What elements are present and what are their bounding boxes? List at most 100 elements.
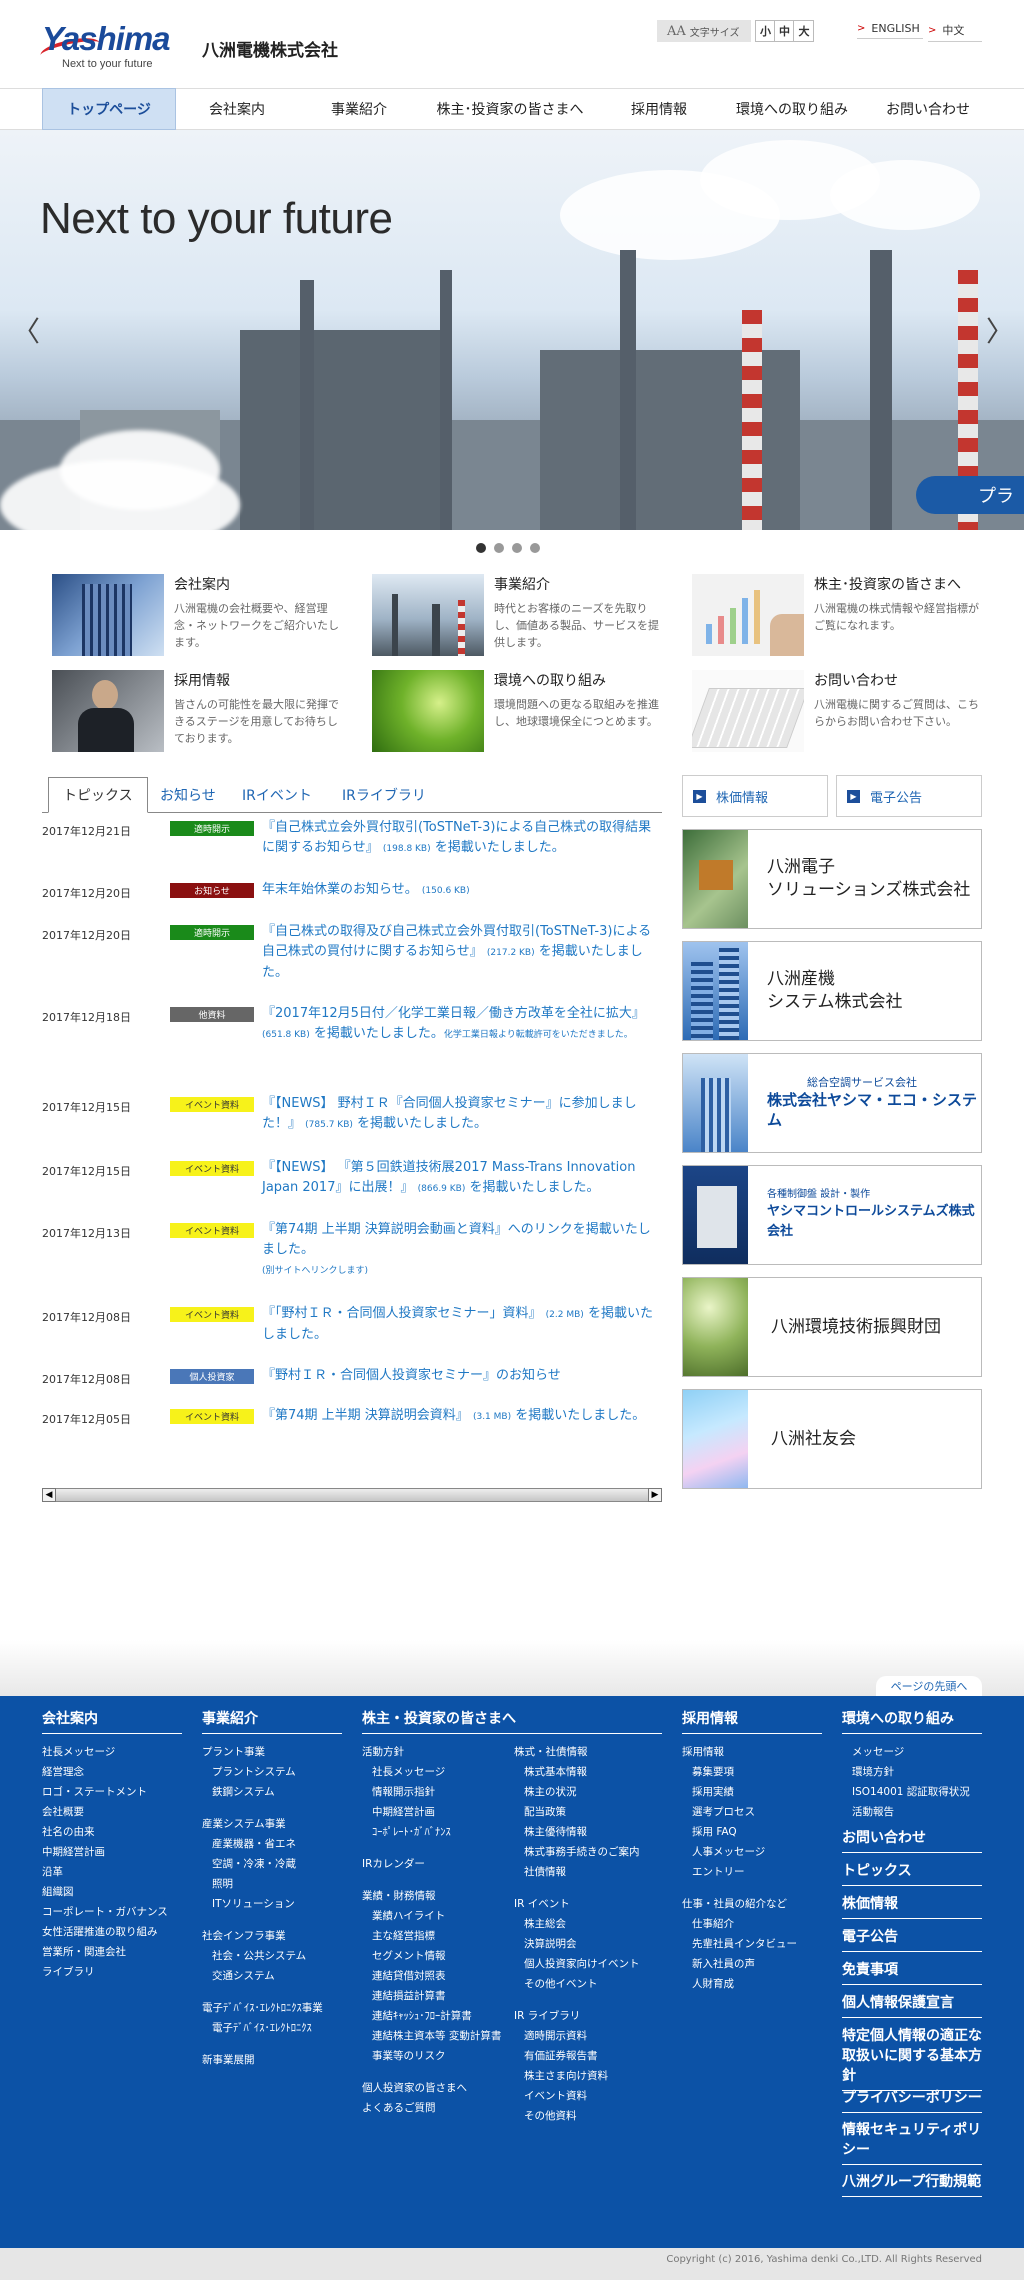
footer-link[interactable]: メッセージ bbox=[842, 1742, 992, 1762]
footer-link[interactable]: 先輩社員インタビュー bbox=[682, 1934, 832, 1954]
footer-head-recruit[interactable]: 採用情報 bbox=[682, 1708, 822, 1734]
footer-link[interactable]: 事業等のリスク bbox=[362, 2046, 512, 2066]
card-contact[interactable]: お問い合わせ 八洲電機に関するご質問は、こちらからお問い合わせ下さい。 bbox=[692, 670, 992, 752]
footer-link[interactable]: 人事メッセージ bbox=[682, 1842, 832, 1862]
footer-link[interactable]: 選考プロセス bbox=[682, 1802, 832, 1822]
footer-link[interactable]: 連結ｷｬｯｼｭ･ﾌﾛｰ計算書 bbox=[362, 2006, 512, 2026]
banner-eco-system[interactable]: 総合空調サービス会社 株式会社ヤシマ・エコ・システム bbox=[682, 1053, 982, 1153]
scroll-left-icon[interactable]: ◀ bbox=[42, 1488, 56, 1502]
slider-dot-2[interactable] bbox=[494, 543, 504, 553]
footer-link[interactable]: イベント資料 bbox=[514, 2086, 664, 2106]
footer-link[interactable]: 適時開示資料 bbox=[514, 2026, 664, 2046]
nav-top[interactable]: トップページ bbox=[42, 88, 176, 130]
card-business[interactable]: 事業紹介 時代とお客様のニーズを先取りし、価値ある製品、サービスを提供します。 bbox=[372, 574, 672, 656]
card-company[interactable]: 会社案内 八洲電機の会社概要や、経営理念・ネットワークをご紹介いたします。 bbox=[52, 574, 352, 656]
footer-link[interactable]: 株主の状況 bbox=[514, 1782, 664, 1802]
footer-link[interactable]: よくあるご質問 bbox=[362, 2098, 512, 2118]
footer-link[interactable]: ライブラリ bbox=[42, 1962, 192, 1982]
footer-link[interactable]: ISO14001 認証取得状況 bbox=[842, 1782, 992, 1802]
footer-link[interactable]: 新入社員の声 bbox=[682, 1954, 832, 1974]
footer-link[interactable]: 中期経営計画 bbox=[42, 1842, 192, 1862]
footer-link[interactable]: 採用実績 bbox=[682, 1782, 832, 1802]
scroll-right-icon[interactable]: ▶ bbox=[648, 1488, 662, 1502]
footer-link[interactable]: 産業機器・省エネ bbox=[202, 1834, 352, 1854]
banner-alumni[interactable]: 八洲社友会 bbox=[682, 1389, 982, 1489]
hero-prev-icon[interactable]: 〈 bbox=[12, 310, 40, 350]
footer-link[interactable]: 電子ﾃﾞﾊﾞｲｽ･ｴﾚｸﾄﾛﾆｸｽ事業 bbox=[202, 1998, 352, 2018]
footer-link[interactable]: 株主優待情報 bbox=[514, 1822, 664, 1842]
footer-link[interactable]: ITソリューション bbox=[202, 1894, 352, 1914]
footer-link[interactable]: 連結株主資本等 変動計算書 bbox=[362, 2026, 512, 2046]
footer-link[interactable]: 社会・公共システム bbox=[202, 1946, 352, 1966]
slider-dot-3[interactable] bbox=[512, 543, 522, 553]
news-link[interactable]: 『2017年12月5日付／化学工業日報／働き方改革を全社に拡大』 (651.8 … bbox=[262, 1004, 662, 1045]
footer-link[interactable]: 株主総会 bbox=[514, 1914, 664, 1934]
footer-bold-link[interactable]: トピックス bbox=[842, 1861, 982, 1886]
footer-link[interactable]: 業績ハイライト bbox=[362, 1906, 512, 1926]
font-medium-button[interactable]: 中 bbox=[775, 21, 795, 41]
footer-link[interactable]: 仕事・社員の紹介など bbox=[682, 1894, 832, 1914]
tab-notices[interactable]: お知らせ bbox=[146, 777, 230, 813]
footer-link[interactable]: 有価証券報告書 bbox=[514, 2046, 664, 2066]
footer-link[interactable]: 会社概要 bbox=[42, 1802, 192, 1822]
footer-bold-link[interactable]: 個人情報保護宣言 bbox=[842, 1993, 982, 2018]
font-large-button[interactable]: 大 bbox=[794, 21, 814, 41]
news-link[interactable]: 『「野村ＩＲ・合同個人投資家セミナー」資料』 (2.2 MB) を掲載いたしまし… bbox=[262, 1304, 662, 1345]
nav-company[interactable]: 会社案内 bbox=[176, 89, 298, 129]
font-small-button[interactable]: 小 bbox=[756, 21, 776, 41]
footer-head-environment[interactable]: 環境への取り組み bbox=[842, 1708, 982, 1734]
footer-link[interactable]: 主な経営指標 bbox=[362, 1926, 512, 1946]
nav-contact[interactable]: お問い合わせ bbox=[866, 89, 990, 129]
footer-link[interactable]: 経営理念 bbox=[42, 1762, 192, 1782]
footer-link[interactable]: 電子ﾃﾞﾊﾞｲｽ･ｴﾚｸﾄﾛﾆｸｽ bbox=[202, 2018, 352, 2038]
nav-ir[interactable]: 株主･投資家の皆さまへ bbox=[420, 89, 600, 129]
chinese-link[interactable]: > 中文 bbox=[928, 22, 982, 42]
footer-head-company[interactable]: 会社案内 bbox=[42, 1708, 182, 1734]
footer-link[interactable]: 募集要項 bbox=[682, 1762, 832, 1782]
footer-bold-link[interactable]: 株価情報 bbox=[842, 1894, 982, 1919]
news-link[interactable]: 『【NEWS】 野村ＩＲ『合同個人投資家セミナー』に参加しました！』 (785.… bbox=[262, 1094, 662, 1135]
footer-link[interactable]: IRカレンダー bbox=[362, 1854, 512, 1874]
nav-business[interactable]: 事業紹介 bbox=[298, 89, 420, 129]
footer-link[interactable]: 社債情報 bbox=[514, 1862, 664, 1882]
tab-ir-events[interactable]: IRイベント bbox=[228, 777, 326, 813]
footer-head-business[interactable]: 事業紹介 bbox=[202, 1708, 342, 1734]
e-notice-button[interactable]: ▶ 電子公告 bbox=[836, 775, 982, 817]
footer-link[interactable]: 株式基本情報 bbox=[514, 1762, 664, 1782]
footer-link[interactable]: 中期経営計画 bbox=[362, 1802, 512, 1822]
banner-control-systems[interactable]: 各種制御盤 設計・製作 ヤシマコントロールシステムズ株式会社 bbox=[682, 1165, 982, 1265]
footer-link[interactable]: セグメント情報 bbox=[362, 1946, 512, 1966]
footer-link[interactable]: 社会インフラ事業 bbox=[202, 1926, 352, 1946]
footer-bold-link[interactable]: 八洲グループ行動規範 bbox=[842, 2172, 982, 2197]
footer-link[interactable]: 社長メッセージ bbox=[362, 1762, 512, 1782]
footer-head-ir[interactable]: 株主・投資家の皆さまへ bbox=[362, 1708, 662, 1734]
stock-info-button[interactable]: ▶ 株価情報 bbox=[682, 775, 828, 817]
footer-link[interactable]: ｺｰﾎﾟﾚｰﾄ･ｶﾞﾊﾞﾅﾝｽ bbox=[362, 1822, 512, 1842]
footer-link[interactable]: 女性活躍推進の取り組み bbox=[42, 1922, 192, 1942]
footer-link[interactable]: 人財育成 bbox=[682, 1974, 832, 1994]
footer-link[interactable]: 決算説明会 bbox=[514, 1934, 664, 1954]
footer-link[interactable]: 業績・財務情報 bbox=[362, 1886, 512, 1906]
card-environment[interactable]: 環境への取り組み 環境問題への更なる取組みを推進し、地球環境保全につとめます。 bbox=[372, 670, 672, 752]
horizontal-scrollbar[interactable]: ◀ ▶ bbox=[42, 1488, 662, 1502]
tab-topics[interactable]: トピックス bbox=[48, 777, 148, 813]
footer-link[interactable]: IR イベント bbox=[514, 1894, 664, 1914]
footer-link[interactable]: 環境方針 bbox=[842, 1762, 992, 1782]
news-link[interactable]: 『野村ＩＲ・合同個人投資家セミナー』のお知らせ bbox=[262, 1366, 662, 1386]
news-link[interactable]: 『自己株式立会外買付取引(ToSTNeT-3)による自己株式の取得結果に関するお… bbox=[262, 818, 662, 859]
footer-link[interactable]: 情報開示指針 bbox=[362, 1782, 512, 1802]
slider-dot-1[interactable] bbox=[476, 543, 486, 553]
footer-link[interactable]: 配当政策 bbox=[514, 1802, 664, 1822]
footer-link[interactable]: 連結損益計算書 bbox=[362, 1986, 512, 2006]
nav-recruit[interactable]: 採用情報 bbox=[600, 89, 718, 129]
english-link[interactable]: > ENGLISH bbox=[857, 22, 923, 39]
yashima-logo[interactable]: Yashima Next to your future bbox=[38, 20, 187, 72]
footer-link[interactable]: 照明 bbox=[202, 1874, 352, 1894]
hero-plant-badge[interactable]: プラ bbox=[916, 476, 1024, 514]
footer-link[interactable]: 採用情報 bbox=[682, 1742, 832, 1762]
footer-link[interactable]: 活動方針 bbox=[362, 1742, 512, 1762]
footer-link[interactable]: 空調・冷凍・冷蔵 bbox=[202, 1854, 352, 1874]
footer-bold-link[interactable]: 電子公告 bbox=[842, 1927, 982, 1952]
footer-link[interactable]: 沿革 bbox=[42, 1862, 192, 1882]
nav-environment[interactable]: 環境への取り組み bbox=[718, 89, 866, 129]
